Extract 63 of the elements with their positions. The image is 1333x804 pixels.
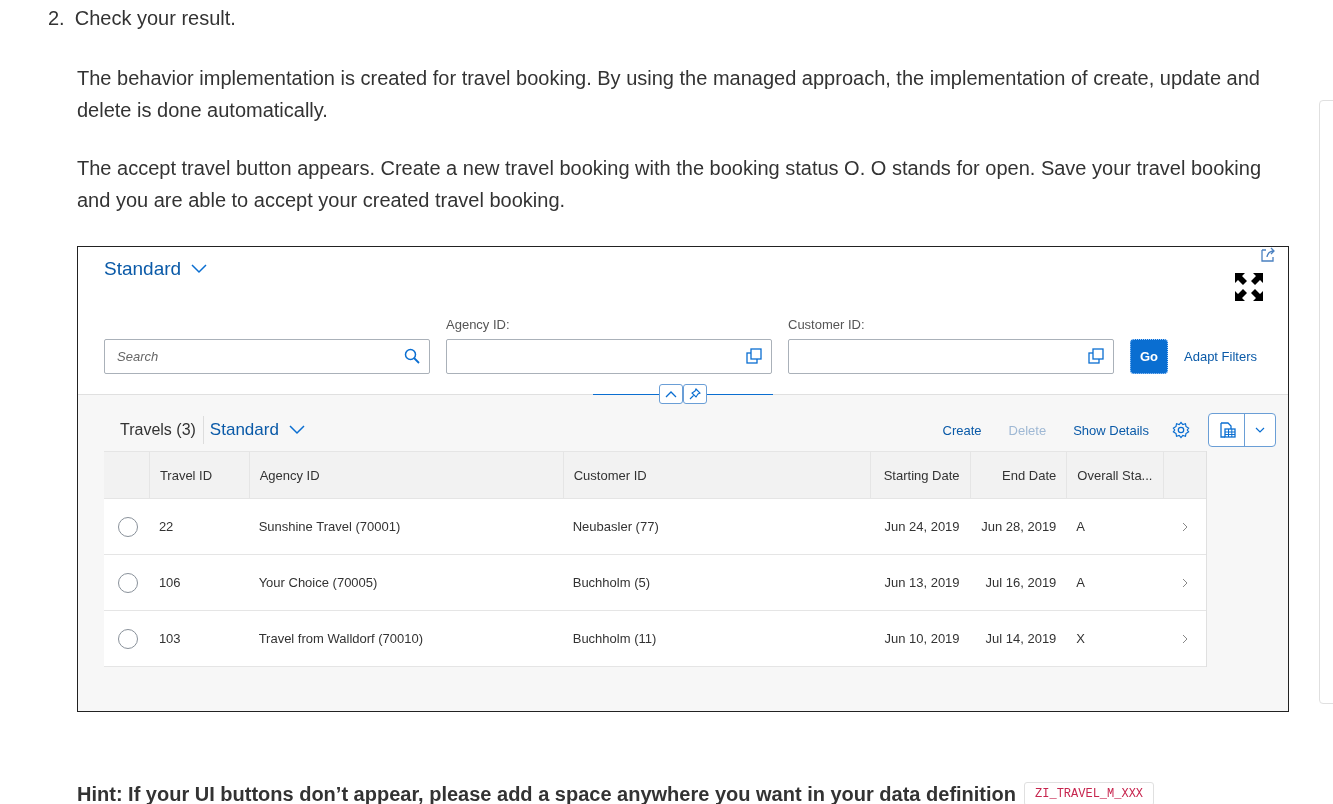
variant-selector[interactable]: Standard — [209, 418, 305, 442]
column-header[interactable]: Customer ID — [562, 452, 870, 498]
table-cell: Jun 28, 2019 — [981, 519, 1057, 534]
variant-selector[interactable]: Standard — [104, 257, 208, 281]
input-field[interactable] — [788, 339, 1114, 374]
fullscreen-icon[interactable] — [1235, 273, 1263, 301]
table-cell: Neubasler (77) — [572, 519, 659, 534]
value-help-icon[interactable] — [746, 348, 762, 364]
step-number: 2. — [48, 6, 65, 30]
go-button[interactable]: Go — [1130, 339, 1168, 374]
table-cell: Buchholm (5) — [572, 575, 651, 590]
radio-button[interactable] — [118, 628, 139, 649]
search-field[interactable]: Search — [104, 339, 430, 374]
code-chip: ZI_TRAVEL_M_XXX — [1024, 782, 1155, 804]
chevron-down-icon — [191, 264, 208, 274]
table-cell: X — [1076, 631, 1086, 646]
column-header[interactable]: Overall Sta... — [1066, 452, 1164, 498]
table-cell: Jun 24, 2019 — [884, 519, 960, 534]
paragraph: The behavior implementation is created for travel booking. By using the managed approach, the implementation of create, update and delete is done automatically. — [77, 66, 1261, 123]
export-split-button[interactable] — [1208, 413, 1276, 447]
pin-icon — [689, 388, 701, 400]
spreadsheet-icon — [1218, 421, 1236, 439]
table-cell: Sunshine Travel (70001) — [258, 519, 401, 534]
paragraph: The accept travel button appears. Create a new travel booking with the booking status O. O stands for open. Save your travel booking and you are able to accept your created travel booking. — [77, 156, 1262, 213]
filter-label: Agency ID: — [446, 317, 511, 332]
chevron-right-icon[interactable] — [1181, 633, 1188, 644]
chevron-down-icon — [1255, 427, 1265, 433]
column-header[interactable]: End Date — [969, 452, 1067, 498]
table-title: Travels (3) — [120, 416, 204, 444]
column-header[interactable]: Travel ID — [148, 452, 249, 498]
table-cell: A — [1076, 575, 1086, 590]
table-cell: Your Choice (70005) — [258, 575, 378, 590]
value-help-icon[interactable] — [1088, 348, 1104, 364]
toolbar-button[interactable]: Show Details — [1073, 422, 1149, 438]
table-cell: Jul 14, 2019 — [985, 631, 1057, 646]
input-field[interactable] — [446, 339, 772, 374]
settings-icon[interactable] — [1172, 421, 1190, 439]
table-cell: Buchholm (11) — [572, 631, 657, 646]
share-icon[interactable] — [1260, 247, 1276, 263]
step-title: Check your result. — [74, 6, 236, 30]
chevron-down-icon — [288, 425, 305, 435]
table-cell: 103 — [158, 631, 181, 646]
column-header[interactable]: Starting Date — [869, 452, 970, 498]
hint-text: Hint: If your UI buttons don’t appear, please add a space anywhere you want in your data definition — [77, 782, 1017, 804]
table-cell: Jun 13, 2019 — [884, 575, 960, 590]
chevron-right-icon[interactable] — [1181, 577, 1188, 588]
filter-label: Customer ID: — [788, 317, 866, 332]
table-cell: 106 — [158, 575, 181, 590]
toolbar-button[interactable]: Create — [942, 422, 982, 438]
collapse-button[interactable] — [659, 384, 683, 404]
table-cell: A — [1076, 519, 1086, 534]
chevron-right-icon[interactable] — [1181, 521, 1188, 532]
search-icon — [404, 348, 420, 364]
adapt-filters-link[interactable]: Adapt Filters — [1184, 339, 1257, 374]
table-cell: 22 — [158, 519, 174, 534]
table-cell: Jul 16, 2019 — [985, 575, 1057, 590]
column-header[interactable]: Agency ID — [248, 452, 563, 498]
radio-button[interactable] — [118, 516, 139, 537]
chevron-up-icon — [665, 390, 677, 398]
radio-button[interactable] — [118, 572, 139, 593]
pin-button[interactable] — [683, 384, 707, 404]
table-cell: Travel from Walldorf (70010) — [258, 631, 424, 646]
table-cell: Jun 10, 2019 — [884, 631, 960, 646]
